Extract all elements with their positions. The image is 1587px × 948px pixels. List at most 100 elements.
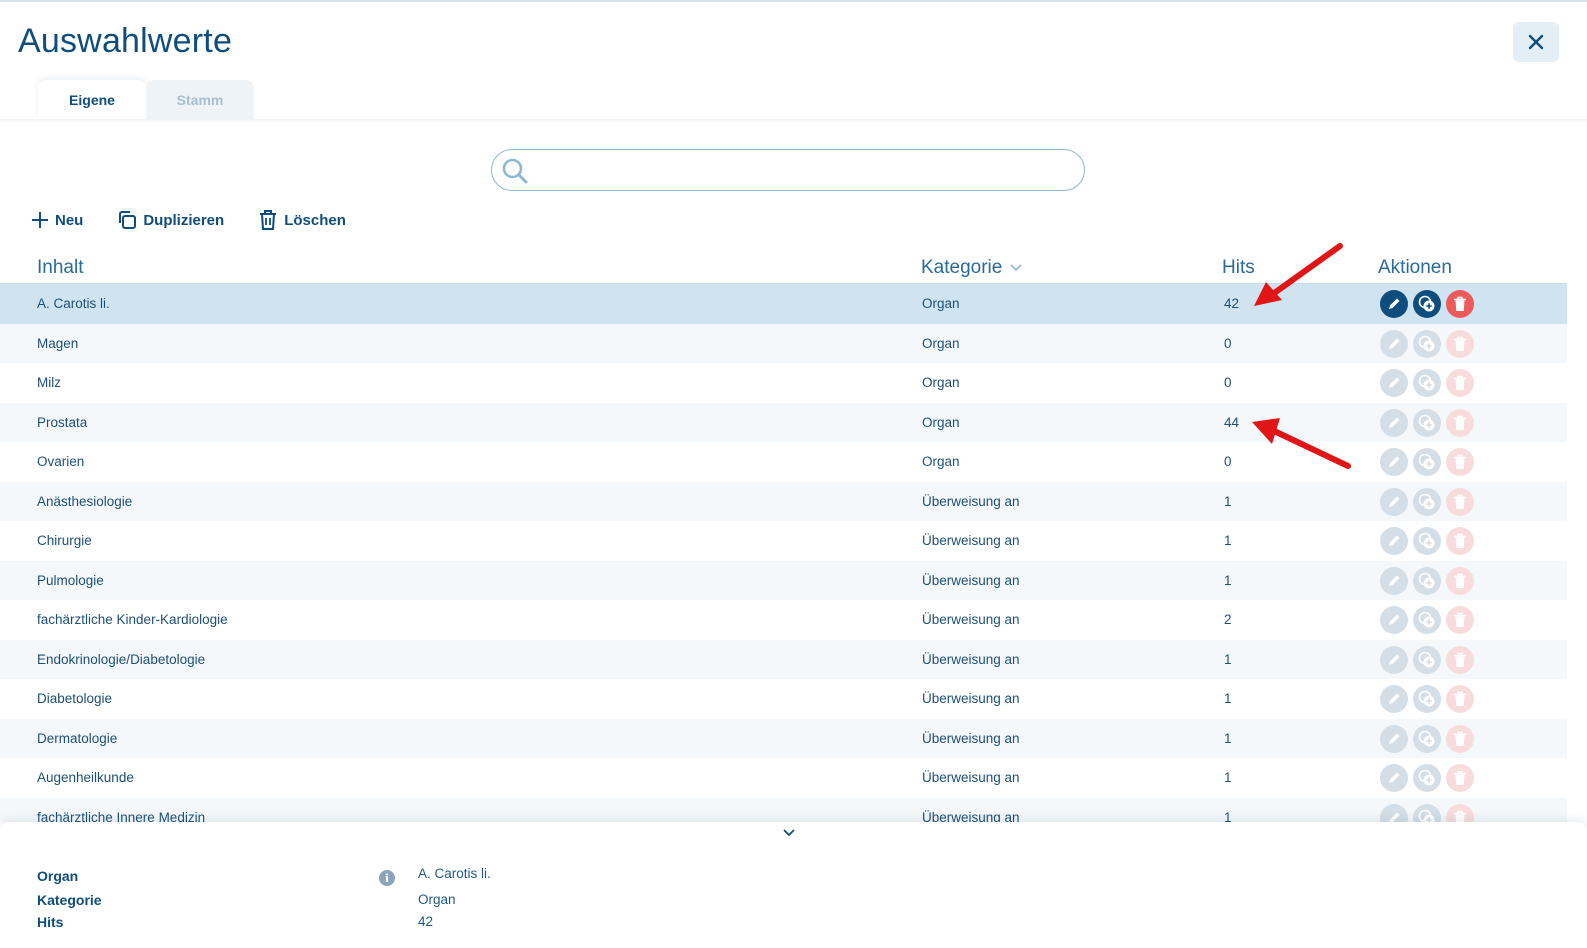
row-duplicate-button[interactable]	[1413, 803, 1441, 822]
cell-kategorie: Organ	[922, 335, 960, 351]
table-row[interactable]: Pulmologie Überweisung an 1	[0, 560, 1567, 600]
chevron-down-icon[interactable]	[1010, 264, 1022, 272]
table-row[interactable]: Endokrinologie/Diabetologie Überweisung …	[0, 639, 1567, 679]
table-row[interactable]: Diabetologie Überweisung an 1	[0, 679, 1567, 719]
row-delete-button[interactable]	[1446, 685, 1474, 713]
row-duplicate-button[interactable]	[1413, 329, 1441, 358]
row-duplicate-button[interactable]	[1413, 764, 1441, 792]
row-actions	[1380, 369, 1479, 397]
table-row[interactable]: Magen Organ 0	[0, 323, 1567, 363]
row-delete-button[interactable]	[1446, 527, 1474, 555]
row-duplicate-button[interactable]	[1413, 724, 1441, 753]
trash-icon	[1454, 612, 1466, 627]
close-button[interactable]	[1513, 22, 1559, 62]
row-delete-button[interactable]	[1446, 290, 1474, 318]
edit-button[interactable]	[1380, 606, 1408, 634]
trash-icon	[1454, 731, 1466, 746]
row-actions	[1380, 724, 1479, 753]
edit-button[interactable]	[1380, 369, 1408, 397]
row-delete-button[interactable]	[1446, 645, 1474, 674]
chevron-down-icon[interactable]	[782, 828, 796, 838]
row-delete-button[interactable]	[1446, 408, 1474, 437]
edit-button[interactable]	[1380, 724, 1408, 753]
toolbar: Neu Duplizieren Löschen	[31, 207, 346, 233]
edit-button[interactable]	[1380, 645, 1408, 674]
cell-kategorie: Organ	[922, 375, 960, 390]
edit-button[interactable]	[1380, 527, 1408, 555]
edit-button[interactable]	[1380, 408, 1408, 437]
cell-inhalt: Chirurgie	[37, 533, 92, 548]
row-delete-button[interactable]	[1446, 487, 1474, 516]
duplicate-icon	[1418, 730, 1435, 746]
cell-hits: 44	[1224, 414, 1240, 430]
pencil-icon	[1389, 693, 1400, 704]
cell-kategorie: Überweisung an	[922, 612, 1020, 627]
row-duplicate-button[interactable]	[1413, 487, 1441, 516]
cell-kategorie: Überweisung an	[922, 572, 1020, 588]
table-row[interactable]: fachärztliche Innere Medizin Überweisung…	[0, 797, 1567, 822]
column-header-kategorie[interactable]: Kategorie	[921, 257, 1022, 279]
red-arrow-icon	[1252, 418, 1351, 469]
row-delete-button[interactable]	[1446, 369, 1474, 397]
pencil-icon	[1389, 298, 1400, 309]
row-duplicate-button[interactable]	[1413, 408, 1441, 437]
row-duplicate-button[interactable]	[1413, 606, 1441, 634]
column-header-kategorie-label: Kategorie	[921, 257, 1003, 278]
cell-kategorie: Überweisung an	[922, 533, 1020, 548]
row-delete-button[interactable]	[1446, 764, 1474, 792]
table-row[interactable]: Dermatologie Überweisung an 1	[0, 718, 1567, 758]
edit-button[interactable]	[1380, 329, 1408, 358]
row-delete-button[interactable]	[1446, 606, 1474, 634]
table-row[interactable]: fachärztliche Kinder-Kardiologie Überwei…	[0, 600, 1567, 640]
row-duplicate-button[interactable]	[1413, 566, 1441, 595]
detail-label-kategorie: Kategorie	[37, 892, 102, 908]
table-row[interactable]: Chirurgie Überweisung an 1	[0, 521, 1567, 561]
row-duplicate-button[interactable]	[1413, 685, 1441, 713]
row-duplicate-button[interactable]	[1413, 448, 1441, 476]
row-duplicate-button[interactable]	[1413, 369, 1441, 397]
cell-inhalt: Diabetologie	[37, 691, 113, 706]
delete-button[interactable]: Löschen	[258, 209, 346, 231]
row-delete-button[interactable]	[1446, 566, 1474, 595]
edit-button[interactable]	[1380, 803, 1408, 822]
table-row[interactable]: Anästhesiologie Überweisung an 1	[0, 481, 1567, 521]
row-duplicate-button[interactable]	[1413, 645, 1441, 674]
column-header-aktionen: Aktionen	[1378, 257, 1452, 278]
cell-inhalt: Prostata	[37, 414, 88, 430]
pencil-icon	[1389, 338, 1400, 349]
trash-icon	[1454, 810, 1466, 822]
edit-button[interactable]	[1380, 764, 1408, 792]
search-input[interactable]	[536, 156, 1066, 184]
new-button-label: Neu	[55, 211, 84, 229]
row-duplicate-button[interactable]	[1413, 527, 1441, 555]
row-delete-button[interactable]	[1446, 724, 1474, 753]
trash-icon	[1454, 375, 1466, 390]
column-header-inhalt[interactable]: Inhalt	[37, 257, 83, 279]
search-box	[491, 149, 1085, 191]
cell-hits: 1	[1224, 770, 1232, 785]
edit-button[interactable]	[1380, 566, 1408, 595]
duplicate-icon	[1418, 414, 1435, 430]
row-delete-button[interactable]	[1446, 329, 1474, 358]
row-duplicate-button[interactable]	[1413, 290, 1441, 318]
row-delete-button[interactable]	[1446, 448, 1474, 476]
row-delete-button[interactable]	[1446, 803, 1474, 822]
edit-button[interactable]	[1380, 487, 1408, 516]
edit-button[interactable]	[1380, 448, 1408, 476]
row-actions	[1380, 329, 1479, 358]
table-row[interactable]: Augenheilkunde Überweisung an 1	[0, 758, 1567, 798]
tab-eigene[interactable]: Eigene	[38, 80, 146, 120]
trash-icon	[1454, 296, 1466, 311]
info-icon[interactable]: i	[379, 870, 395, 886]
new-button[interactable]: Neu	[31, 211, 83, 229]
edit-button[interactable]	[1380, 290, 1408, 318]
pencil-icon	[1389, 417, 1400, 428]
table-row[interactable]: Milz Organ 0	[0, 363, 1567, 403]
cell-kategorie: Überweisung an	[922, 730, 1020, 746]
pencil-icon	[1389, 733, 1400, 744]
edit-button[interactable]	[1380, 685, 1408, 713]
tab-stamm[interactable]: Stamm	[146, 80, 254, 120]
row-actions	[1380, 803, 1479, 822]
duplicate-button[interactable]: Duplizieren	[117, 210, 224, 230]
cell-inhalt: fachärztliche Kinder-Kardiologie	[37, 612, 228, 627]
